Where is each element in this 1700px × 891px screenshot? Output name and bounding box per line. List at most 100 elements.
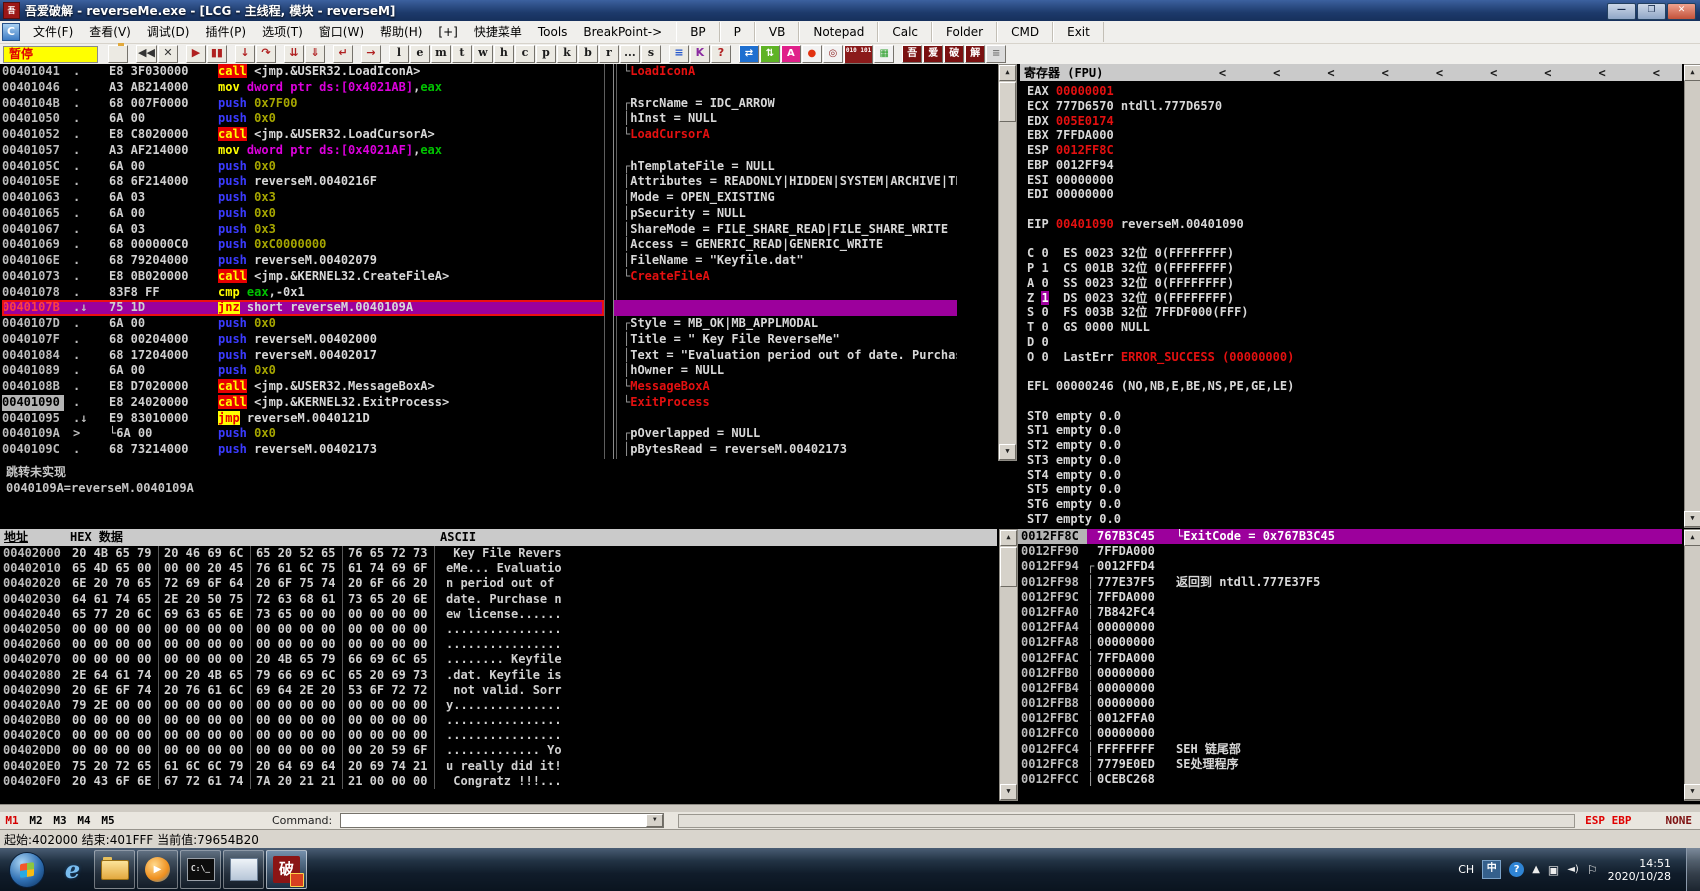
quick-menu-button[interactable]: Exit (1053, 22, 1104, 42)
register-line[interactable]: Z 1 DS 0023 32位 0(FFFFFFFF) (1020, 291, 1682, 306)
taskbar-item-explorer[interactable] (94, 850, 135, 889)
hex-addr-header[interactable]: 地址 (0, 529, 70, 546)
open-file-icon[interactable] (108, 45, 128, 63)
chevron-left-icon[interactable]: < (1653, 66, 1660, 80)
hex-row[interactable]: 004020C000 00 00 0000 00 00 0000 00 00 0… (0, 728, 997, 743)
lines-icon[interactable]: ≡ (986, 45, 1006, 63)
disasm-row[interactable]: 00401041.E8 3F030000call <jmp.&USER32.Lo… (2, 64, 604, 80)
disasm-row[interactable]: 00401089.6A 00push 0x0 (2, 363, 604, 379)
comment-row[interactable] (614, 300, 957, 316)
scroll-thumb[interactable] (1000, 547, 1017, 587)
register-line[interactable]: ECX 777D6570 ntdll.777D6570 (1020, 99, 1682, 114)
disasm-row[interactable]: 00401073.E8 0B020000call <jmp.&KERNEL32.… (2, 269, 604, 285)
menu-item[interactable]: 调试(D) (139, 21, 198, 43)
quick-menu-button[interactable]: VB (755, 22, 799, 42)
tray-expand-icon[interactable]: ▲ (1532, 864, 1540, 875)
disasm-row[interactable]: 00401090.E8 24020000call <jmp.&KERNEL32.… (2, 395, 604, 411)
stack-row[interactable]: 0012FFA0│7B842FC4 (1018, 605, 1682, 620)
patches-window-button[interactable]: p (536, 45, 556, 63)
taskbar-item-cmd[interactable]: C:\_ (180, 850, 221, 889)
quick-menu-button[interactable]: CMD (997, 22, 1053, 42)
stack-row[interactable]: 0012FFB8│00000000 (1018, 696, 1682, 711)
scroll-up-icon[interactable]: ▲ (999, 65, 1016, 81)
scroll-thumb[interactable] (999, 82, 1016, 122)
chevron-down-icon[interactable]: ▼ (646, 814, 663, 827)
target-icon[interactable]: ◎ (823, 45, 843, 63)
registers-scrollbar[interactable]: ▲ ▼ (1684, 64, 1700, 528)
stack-row[interactable]: 0012FFAC│7FFDA000 (1018, 651, 1682, 666)
menu-item[interactable]: 帮助(H) (372, 21, 430, 43)
comment-row[interactable]: ┌Style = MB_OK|MB_APPLMODAL (614, 316, 957, 332)
close-program-icon[interactable]: ✕ (158, 45, 178, 63)
scroll-down-icon[interactable]: ▼ (1000, 784, 1017, 800)
register-line[interactable]: EIP 00401090 reverseM.00401090 (1020, 217, 1682, 232)
minimize-button[interactable]: — (1607, 3, 1636, 20)
comment-row[interactable]: │Title = " Key File ReverseMe" (614, 332, 957, 348)
list-icon[interactable]: ≡ (669, 45, 689, 63)
disasm-row[interactable]: 00401078.83F8 FFcmp eax,-0x1 (2, 285, 604, 301)
comment-row[interactable] (614, 80, 957, 96)
source-window-button[interactable]: s (641, 45, 661, 63)
stack-row[interactable]: 0012FF8C767B3C45└ExitCode = 0x767B3C45 (1018, 529, 1682, 544)
register-line[interactable]: T 0 GS 0000 NULL (1020, 320, 1682, 335)
handles-window-button[interactable]: h (494, 45, 514, 63)
taskbar-item-ie[interactable]: e (53, 851, 92, 888)
stack-row[interactable]: 0012FFC4│FFFFFFFFSEH 链尾部 (1018, 742, 1682, 757)
comment-row[interactable]: └LoadIconA (614, 64, 957, 80)
chevron-left-icon[interactable]: < (1436, 66, 1443, 80)
quick-menu-button[interactable]: P (720, 22, 755, 42)
comment-row[interactable]: └CreateFileA (614, 269, 957, 285)
language-indicator[interactable]: CH (1458, 863, 1474, 876)
disasm-row[interactable]: 0040108B.E8 D7020000call <jmp.&USER32.Me… (2, 379, 604, 395)
stack-row[interactable]: 0012FFB4│00000000 (1018, 681, 1682, 696)
taskbar-item-media-player[interactable]: ▶ (137, 850, 178, 889)
register-line[interactable] (1020, 394, 1682, 409)
animate-over-icon[interactable]: ⇓ (305, 45, 325, 63)
register-line[interactable]: ST2 empty 0.0 (1020, 438, 1682, 453)
stack-scrollbar[interactable]: ▲ ▼ (1684, 529, 1700, 801)
menu-item[interactable]: 插件(P) (197, 21, 254, 43)
tray-clock[interactable]: 14:51 2020/10/28 (1608, 857, 1671, 883)
stack-row[interactable]: 0012FF98│777E37F5返回到 ntdll.777E37F5 (1018, 575, 1682, 590)
network-icon[interactable]: ▣ (1548, 863, 1559, 877)
taskbar-item-app-window[interactable] (223, 850, 264, 889)
hex-row[interactable]: 004020A079 2E 00 0000 00 00 0000 00 00 0… (0, 698, 997, 713)
comment-row[interactable] (614, 285, 957, 301)
hexdump-scrollbar[interactable]: ▲ ▼ (999, 529, 1018, 801)
disasm-row[interactable]: 0040105E.68 6F214000push reverseM.004021… (2, 174, 604, 190)
hex-row[interactable]: 0040209020 6E 6F 7420 76 61 6C69 64 2E 2… (0, 683, 997, 698)
comment-row[interactable]: └LoadCursorA (614, 127, 957, 143)
disassembly-pane[interactable]: 00401041.E8 3F030000call <jmp.&USER32.Lo… (2, 64, 605, 459)
register-line[interactable]: ESI 00000000 (1020, 173, 1682, 188)
start-button[interactable] (9, 852, 45, 888)
hex-row[interactable]: 0040203064 61 74 652E 20 50 7572 63 68 6… (0, 592, 997, 607)
register-line[interactable]: EBX 7FFDA000 (1020, 128, 1682, 143)
updown-arrows-icon[interactable]: ⇅ (760, 45, 780, 63)
references-window-button[interactable]: r (599, 45, 619, 63)
comment-row[interactable]: │Attributes = READONLY|HIDDEN|SYSTEM|ARC… (614, 174, 957, 190)
jie-icon[interactable]: 解 (965, 45, 985, 63)
stack-row[interactable]: 0012FF907FFDA000 (1018, 544, 1682, 559)
disasm-row[interactable]: 0040107B.↓75 1Djnz short reverseM.004010… (2, 300, 604, 316)
disasm-row[interactable]: 0040109C.68 73214000push reverseM.004021… (2, 442, 604, 458)
hex-row[interactable]: 004020E075 20 72 6561 6C 6C 7920 64 69 6… (0, 759, 997, 774)
disasm-scrollbar[interactable]: ▲ ▼ (998, 64, 1017, 461)
stack-row[interactable]: 0012FF94┌0012FFD4 (1018, 559, 1682, 574)
registers-body[interactable]: EAX 00000001ECX 777D6570 ntdll.777D6570E… (1020, 81, 1682, 526)
memory-window-button[interactable]: m (431, 45, 451, 63)
help-bubble-icon[interactable]: ? (1509, 862, 1524, 877)
comment-row[interactable]: └MessageBoxA (614, 379, 957, 395)
stack-pane[interactable]: 0012FF8C767B3C45└ExitCode = 0x767B3C4500… (1018, 529, 1682, 799)
m-button-m1[interactable]: M1 (0, 814, 24, 827)
comment-row[interactable]: └ExitProcess (614, 395, 957, 411)
register-line[interactable]: ST1 empty 0.0 (1020, 423, 1682, 438)
register-line[interactable]: S 0 FS 003B 32位 7FFDF000(FFF) (1020, 305, 1682, 320)
step-into-icon[interactable]: ↓ (235, 45, 255, 63)
stack-row[interactable]: 0012FFB0│00000000 (1018, 666, 1682, 681)
binary-icon[interactable]: 010 101 (844, 45, 873, 64)
swap-arrows-icon[interactable]: ⇄ (739, 45, 759, 63)
chevron-left-icon[interactable]: < (1219, 66, 1226, 80)
hex-row[interactable]: 004020802E 64 61 7400 20 4B 6579 66 69 6… (0, 668, 997, 683)
register-line[interactable]: EBP 0012FF94 (1020, 158, 1682, 173)
record-icon[interactable]: ● (802, 45, 822, 63)
